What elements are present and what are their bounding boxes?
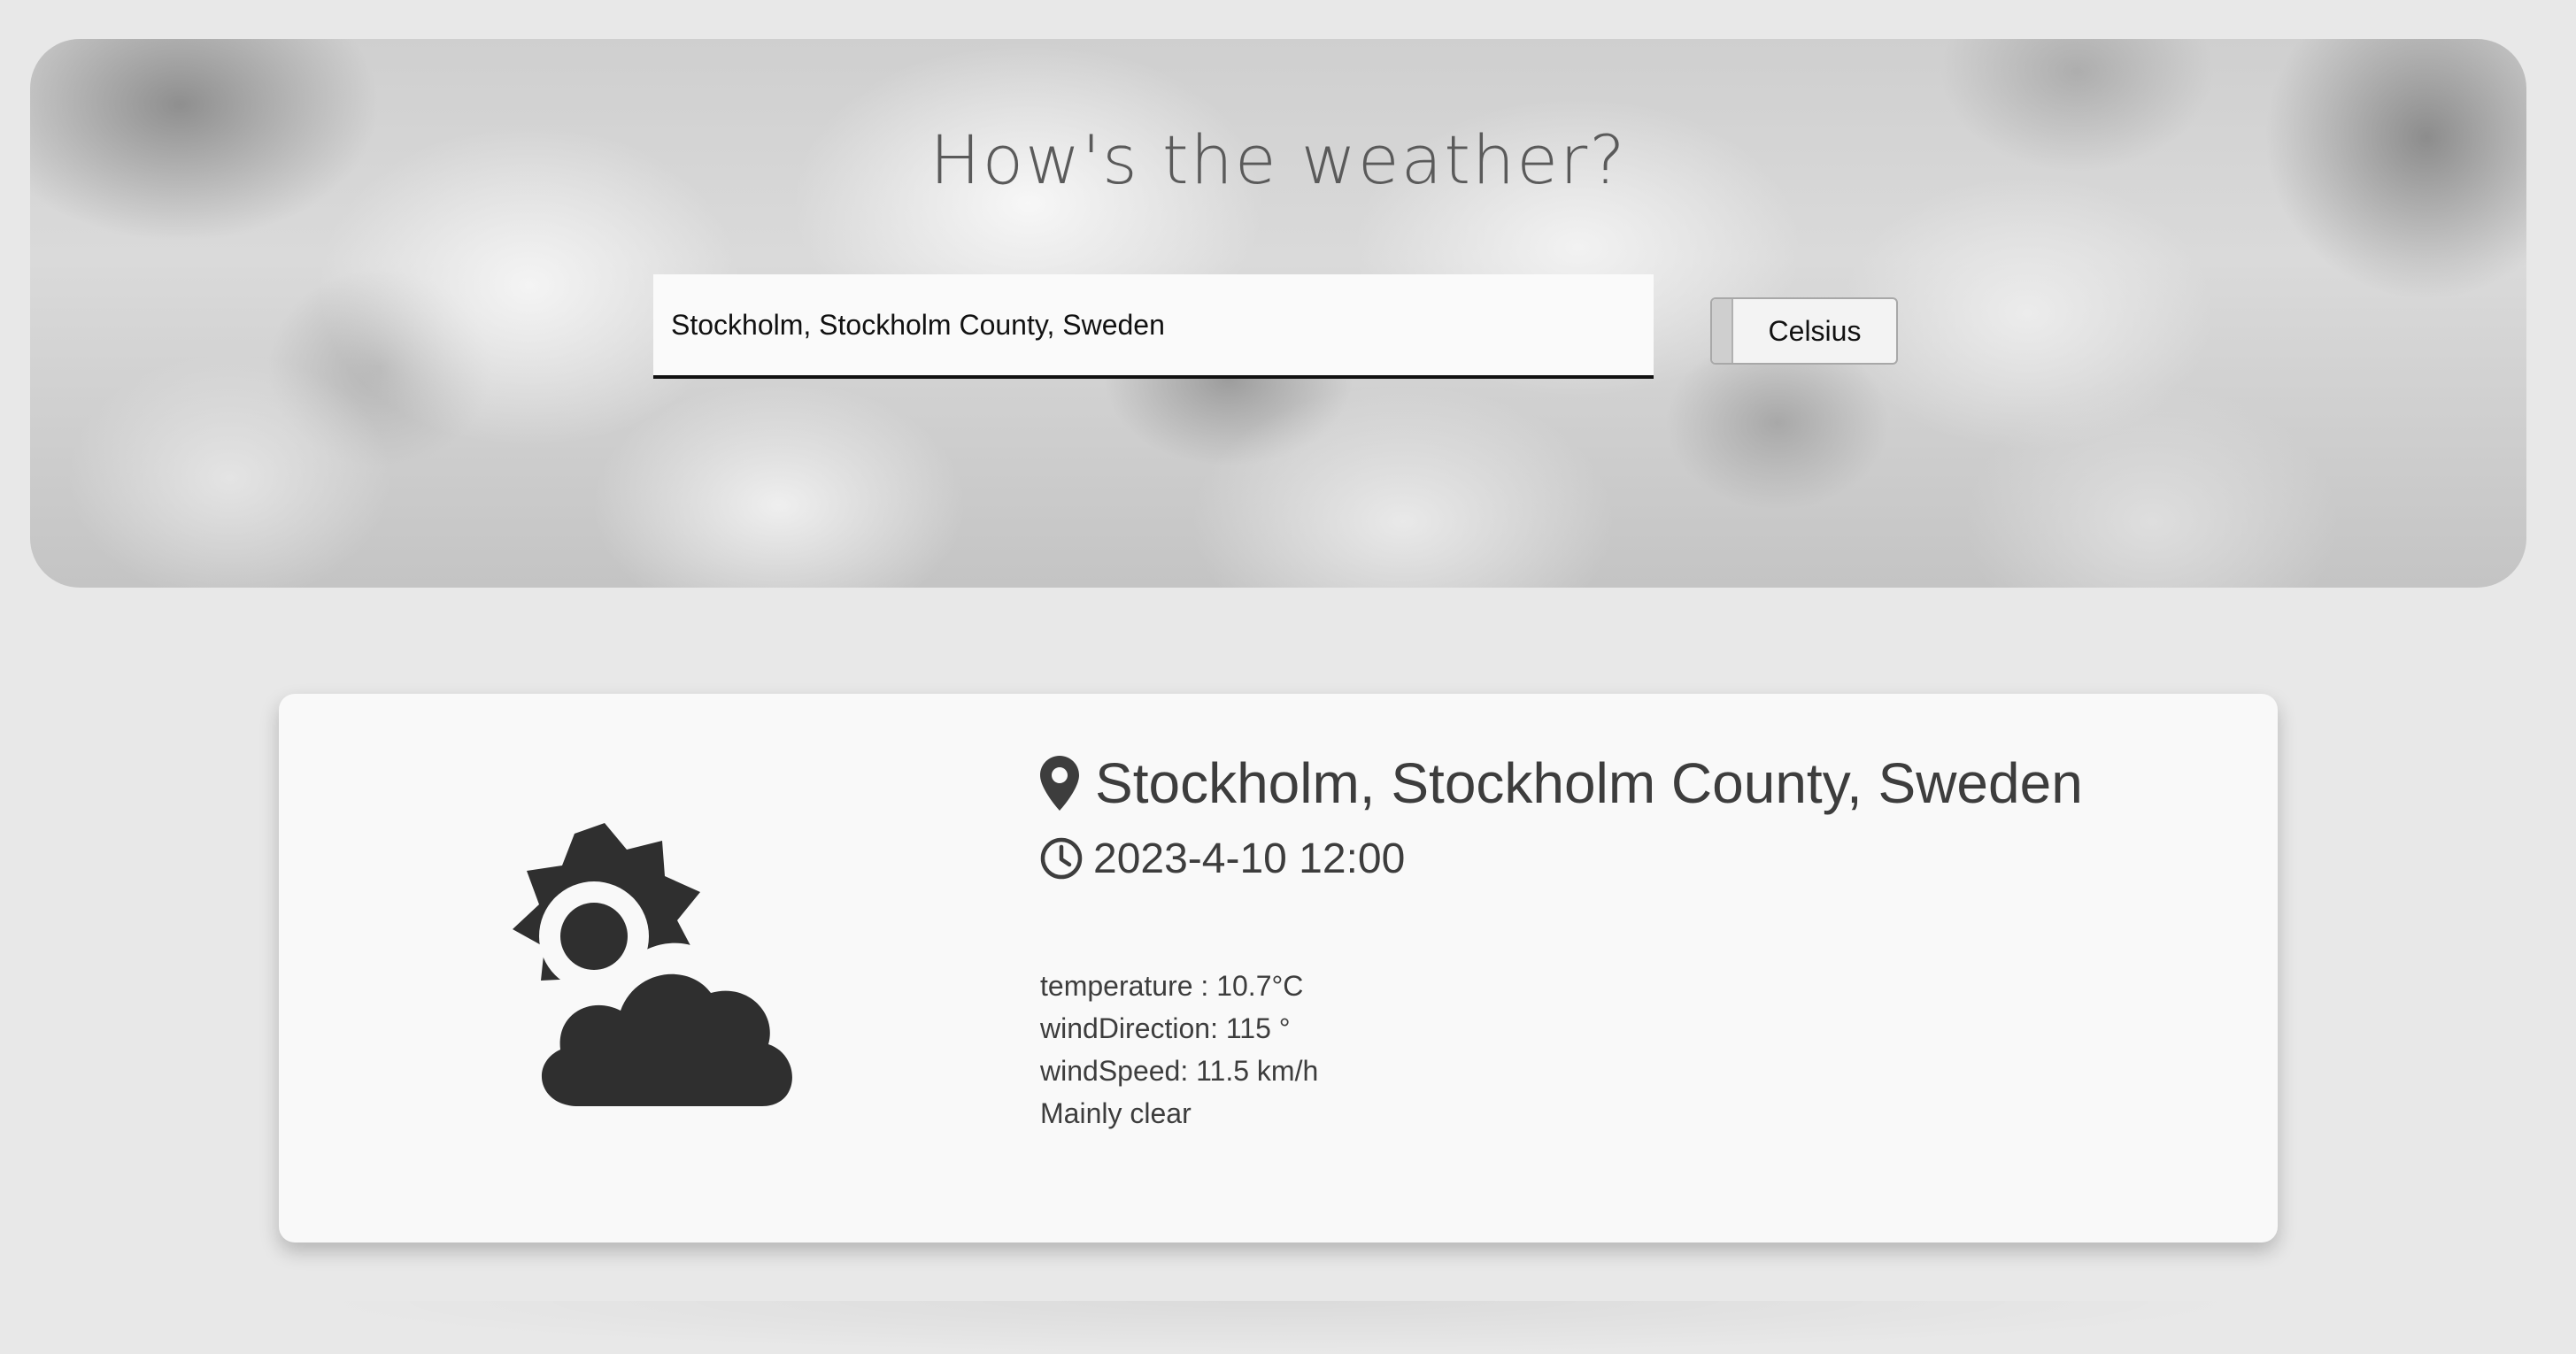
wind-direction-text: windDirection: 115 ° bbox=[1040, 1012, 1291, 1044]
footer-shadow bbox=[292, 1301, 2266, 1354]
condition-text: Mainly clear bbox=[1040, 1097, 1192, 1129]
datetime-row: 2023-4-10 12:00 bbox=[1040, 827, 2083, 890]
partly-cloudy-day-icon bbox=[513, 823, 815, 1115]
unit-toggle-label: Celsius bbox=[1768, 314, 1862, 347]
wind-speed-text: windSpeed: 11.5 km/h bbox=[1040, 1055, 1319, 1087]
clock-icon bbox=[1040, 837, 1083, 880]
weather-info: Stockholm, Stockholm County, Sweden 2023… bbox=[1040, 743, 2083, 1135]
map-pin-icon bbox=[1040, 756, 1079, 811]
weather-details: temperature : 10.7°C windDirection: 115 … bbox=[1040, 965, 2083, 1135]
unit-toggle-button[interactable]: Celsius bbox=[1710, 297, 1898, 365]
weather-card: Stockholm, Stockholm County, Sweden 2023… bbox=[279, 694, 2278, 1242]
hero-banner: How's the weather? Celsius bbox=[30, 39, 2526, 588]
location-search-input[interactable] bbox=[653, 274, 1654, 379]
page-title: How's the weather? bbox=[929, 120, 1627, 199]
location-row: Stockholm, Stockholm County, Sweden bbox=[1040, 743, 2083, 823]
datetime-value: 2023-4-10 12:00 bbox=[1093, 835, 1406, 882]
toggle-knob[interactable] bbox=[1712, 299, 1733, 363]
location-name: Stockholm, Stockholm County, Sweden bbox=[1095, 751, 2083, 815]
temperature-text: temperature : 10.7°C bbox=[1040, 970, 1304, 1002]
